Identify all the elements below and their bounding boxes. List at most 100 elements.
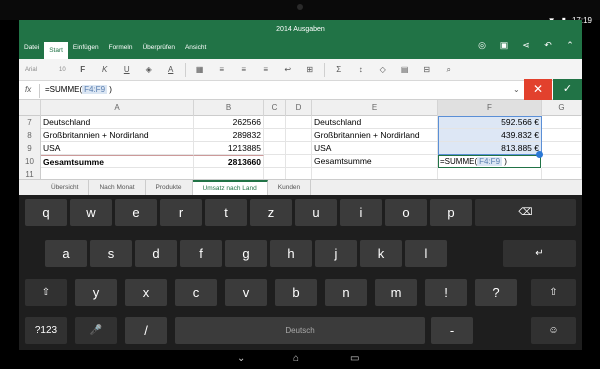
align-center-icon[interactable]: ≡ <box>233 65 255 74</box>
font-size-field[interactable]: 10 <box>43 67 72 73</box>
key-m[interactable]: m <box>375 279 417 306</box>
cell[interactable]: USA <box>41 142 194 155</box>
row-header[interactable]: 10 <box>19 155 41 168</box>
row-header[interactable]: 8 <box>19 129 41 142</box>
key-x[interactable]: x <box>125 279 167 306</box>
microphone-key[interactable]: 🎤 <box>75 317 117 344</box>
key-t[interactable]: t <box>205 199 247 226</box>
borders-icon[interactable]: ▦ <box>189 65 211 74</box>
cancel-button[interactable]: ✕ <box>524 79 552 100</box>
font-color-icon[interactable]: A <box>160 65 182 74</box>
cell[interactable]: Deutschland <box>312 116 438 129</box>
enter-key[interactable]: ↵ <box>503 240 576 267</box>
cell[interactable] <box>542 116 582 129</box>
key-l[interactable]: l <box>405 240 447 267</box>
key-e[interactable]: e <box>115 199 157 226</box>
tab-formeln[interactable]: Formeln <box>104 37 138 59</box>
key-a[interactable]: a <box>45 240 87 267</box>
autosum-icon[interactable]: Σ <box>328 65 350 74</box>
cell[interactable]: Großbritannien + Nordirland <box>312 129 438 142</box>
cell[interactable]: Deutschland <box>41 116 194 129</box>
cell[interactable] <box>286 142 312 155</box>
sheet-tab-kunden[interactable]: Kunden <box>268 180 312 195</box>
confirm-button[interactable]: ✓ <box>553 79 582 100</box>
cell[interactable]: 2813660 <box>194 155 264 168</box>
key-v[interactable]: v <box>225 279 267 306</box>
cell[interactable] <box>264 142 286 155</box>
column-header-e[interactable]: E <box>312 100 438 116</box>
cell[interactable]: Gesamtsumme <box>312 155 438 168</box>
key-p[interactable]: p <box>430 199 472 226</box>
cell[interactable]: Großbritannien + Nordirland <box>41 129 194 142</box>
underline-icon[interactable]: U <box>116 65 138 74</box>
shift-key-left[interactable]: ⇧ <box>25 279 67 306</box>
cell[interactable] <box>264 116 286 129</box>
cell[interactable] <box>542 142 582 155</box>
sort-icon[interactable]: ↕ <box>350 65 372 74</box>
wrap-text-icon[interactable]: ↩ <box>277 65 299 74</box>
cell[interactable]: 262566 <box>194 116 264 129</box>
key-n[interactable]: n <box>325 279 367 306</box>
key-question[interactable]: ? <box>475 279 517 306</box>
key-h[interactable]: h <box>270 240 312 267</box>
chevron-down-icon[interactable]: ⌄ <box>513 85 520 94</box>
selection-handle[interactable] <box>536 151 543 158</box>
backspace-key[interactable]: ⌫ <box>475 199 576 226</box>
key-q[interactable]: q <box>25 199 67 226</box>
undo-icon[interactable]: ↶ <box>542 40 554 51</box>
sheet-tab-uebersicht[interactable]: Übersicht <box>41 180 90 195</box>
bold-icon[interactable]: F <box>72 65 94 74</box>
column-header-g[interactable]: G <box>542 100 582 116</box>
select-all-corner[interactable] <box>19 100 41 116</box>
merge-cells-icon[interactable]: ⊞ <box>299 65 321 74</box>
cell[interactable]: Gesamtsumme <box>41 155 194 168</box>
column-header-d[interactable]: D <box>286 100 312 116</box>
tab-start[interactable]: Start <box>44 42 68 59</box>
space-bar[interactable]: Deutsch <box>175 317 425 344</box>
format-icon[interactable]: ▤ <box>394 65 416 74</box>
key-j[interactable]: j <box>315 240 357 267</box>
globe-icon[interactable]: ◎ <box>476 40 488 51</box>
key-d[interactable]: d <box>135 240 177 267</box>
tab-einfuegen[interactable]: Einfügen <box>68 37 104 59</box>
clear-icon[interactable]: ◇ <box>372 65 394 74</box>
row-header[interactable]: 9 <box>19 142 41 155</box>
align-left-icon[interactable]: ≡ <box>211 65 233 74</box>
key-dash[interactable]: - <box>431 317 473 344</box>
find-icon[interactable]: ⌕ <box>438 65 460 75</box>
emoji-key[interactable]: ☺ <box>531 317 576 344</box>
key-y[interactable]: y <box>75 279 117 306</box>
symbols-key[interactable]: ?123 <box>25 317 67 344</box>
key-o[interactable]: o <box>385 199 427 226</box>
sheet-tab-nach-monat[interactable]: Nach Monat <box>89 180 146 195</box>
key-z[interactable]: z <box>250 199 292 226</box>
font-name-field[interactable]: Arial <box>19 67 43 73</box>
column-header-c[interactable]: C <box>264 100 286 116</box>
key-i[interactable]: i <box>340 199 382 226</box>
insert-cells-icon[interactable]: ⊟ <box>416 65 438 74</box>
shift-key-right[interactable]: ⇧ <box>531 279 576 306</box>
column-header-b[interactable]: B <box>194 100 264 116</box>
key-s[interactable]: s <box>90 240 132 267</box>
cell[interactable] <box>542 129 582 142</box>
cell[interactable] <box>542 155 582 168</box>
function-icon[interactable]: fx <box>25 85 31 94</box>
sheet-tab-produkte[interactable]: Produkte <box>146 180 193 195</box>
cell[interactable] <box>286 129 312 142</box>
minimize-ribbon-icon[interactable]: ⌃ <box>564 40 576 51</box>
column-header-f[interactable]: F <box>438 100 542 116</box>
share-icon[interactable]: ⋖ <box>520 40 532 51</box>
cell[interactable]: 289832 <box>194 129 264 142</box>
save-icon[interactable]: ▣ <box>498 40 510 51</box>
cell[interactable] <box>264 129 286 142</box>
key-c[interactable]: c <box>175 279 217 306</box>
spreadsheet-grid[interactable]: 7 Deutschland 262566 Deutschland 592.566… <box>19 116 582 181</box>
hide-keyboard-icon[interactable]: ⌄ <box>237 353 245 364</box>
tab-ueberpruefen[interactable]: Überprüfen <box>137 37 180 59</box>
cell[interactable] <box>286 155 312 168</box>
cell[interactable]: 1213885 <box>194 142 264 155</box>
cell[interactable] <box>264 155 286 168</box>
key-exclamation[interactable]: ! <box>425 279 467 306</box>
cell[interactable] <box>286 116 312 129</box>
home-icon[interactable]: ⌂ <box>293 353 299 364</box>
